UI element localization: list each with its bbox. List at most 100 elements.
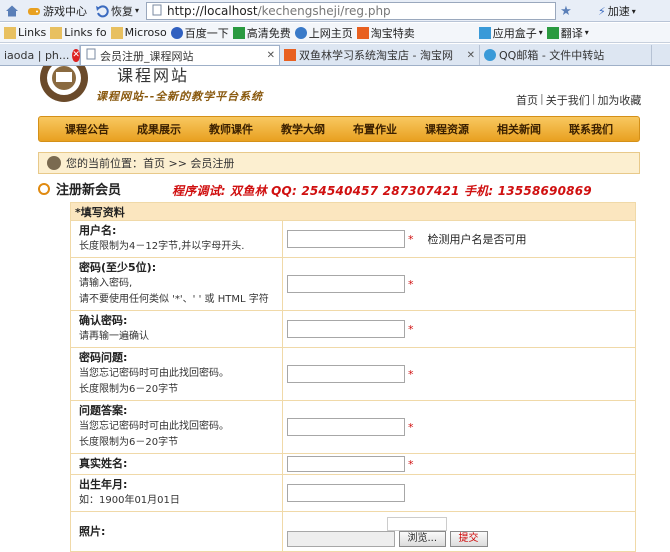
- bookmark-label: 淘宝特卖: [370, 26, 415, 40]
- bookmark-item[interactable]: Microso: [110, 26, 167, 39]
- username-hint: 长度限制为4－12字节,并以字母开头.: [79, 241, 245, 252]
- folder-icon: [110, 26, 123, 39]
- bookmark-label: Links fo: [64, 26, 107, 39]
- browser-nav-bar: 游戏中心 恢复 ▾ 无痕 ▾ http://localhost/kechengs…: [0, 0, 670, 22]
- section-title: 注册新会员: [38, 179, 121, 198]
- close-icon[interactable]: ✕: [72, 48, 80, 62]
- tab-qqmail[interactable]: QQ邮箱 - 文件中转站: [480, 45, 652, 65]
- bookmark-label: 上网主页: [308, 26, 353, 40]
- accelerate-button[interactable]: ⚡ 加速 ▾: [598, 2, 636, 20]
- favorite-link[interactable]: 加为收藏: [597, 92, 641, 108]
- form-row-confirm-password: 确认密码: 请再输一遍确认 *: [70, 310, 636, 348]
- site-logo: [38, 66, 90, 106]
- page-content: 课程网站 课程网站--全新的教学平台系统 首页 | 关于我们 | 加为收藏 课程…: [0, 66, 670, 552]
- promo-text: 程序调试: 双鱼林 QQ: 254540457 287307421 手机: 13…: [172, 184, 592, 198]
- undo-icon: [95, 4, 109, 18]
- check-username-link[interactable]: 检测用户名是否可用: [428, 233, 527, 246]
- home-button[interactable]: [2, 2, 22, 20]
- home-icon: [5, 4, 19, 18]
- bookmark-item[interactable]: 上网主页: [294, 25, 353, 41]
- menu-item-contact[interactable]: 联系我们: [555, 121, 627, 137]
- lightning-icon: ⚡: [598, 4, 606, 18]
- home-link[interactable]: 首页: [516, 92, 538, 108]
- restore-button[interactable]: 恢复 ▾: [92, 2, 142, 20]
- tab-bar: iaoda | ph... ✕ 会员注册_课程网站 ✕ 双鱼林学习系统淘宝店 -…: [0, 44, 670, 66]
- required-mark: *: [408, 367, 414, 381]
- form-row-real-name: 真实姓名: *: [70, 453, 636, 475]
- games-label: 游戏中心: [43, 4, 87, 18]
- real-name-input[interactable]: [287, 456, 405, 472]
- restore-label: 恢复: [111, 4, 133, 18]
- bookmark-item[interactable]: 百度一下: [170, 25, 229, 41]
- required-mark: *: [408, 457, 414, 471]
- accelerate-label: 加速: [607, 5, 630, 18]
- taobao-icon: [284, 49, 296, 61]
- menu-item-news[interactable]: 相关新闻: [483, 121, 555, 137]
- form-row-birthdate: 出生年月: 如：1900年01月01日: [70, 474, 636, 512]
- site-title: 课程网站: [117, 66, 190, 85]
- tab-label: QQ邮箱 - 文件中转站: [499, 49, 605, 62]
- bookmark-item[interactable]: 应用盒子 ▾: [478, 25, 543, 41]
- bookmark-label: 翻译: [560, 26, 583, 40]
- chevron-down-icon: ▾: [631, 6, 636, 16]
- submit-button[interactable]: 提交: [449, 530, 488, 547]
- bookmark-label: 应用盒子: [492, 26, 537, 40]
- bookmark-item[interactable]: 淘宝特卖: [356, 25, 415, 41]
- address-bar[interactable]: http://localhost/kechengsheji/reg.php: [146, 2, 556, 20]
- address-host: http://localhost: [167, 4, 258, 18]
- paw-icon: [170, 26, 183, 39]
- about-link[interactable]: 关于我们: [546, 92, 590, 108]
- breadcrumb: 您的当前位置：首页 >> 会员注册: [38, 152, 640, 174]
- confirm-password-input[interactable]: [287, 320, 405, 338]
- menu-item-results[interactable]: 成果展示: [123, 121, 195, 137]
- menu-item-courseware[interactable]: 教师课件: [195, 121, 267, 137]
- browse-button[interactable]: 浏览...: [398, 530, 447, 547]
- menu-item-resources[interactable]: 课程资源: [411, 121, 483, 137]
- question-input[interactable]: [287, 365, 405, 383]
- translate-icon: [546, 26, 559, 39]
- menu-item-syllabus[interactable]: 教学大纲: [267, 121, 339, 137]
- photo-label: 照片:: [79, 524, 106, 538]
- form-header: *填写资料: [70, 202, 636, 221]
- circle-icon: [38, 182, 50, 195]
- username-input[interactable]: [287, 230, 405, 248]
- bookmark-item[interactable]: 翻译 ▾: [546, 25, 589, 41]
- form-row-username: 用户名: 长度限制为4－12字节,并以字母开头. * 检测用户名是否可用: [70, 220, 636, 258]
- question-label: 密码问题:: [79, 351, 128, 364]
- answer-hint: 长度限制为6－20字节: [79, 437, 179, 448]
- close-icon[interactable]: ✕: [467, 50, 475, 61]
- star-icon[interactable]: ★: [558, 3, 574, 19]
- app-box-icon: [478, 26, 491, 39]
- question-hint: 长度限制为6－20字节: [79, 384, 179, 395]
- close-icon[interactable]: ✕: [267, 50, 275, 61]
- gamepad-icon: [27, 4, 41, 18]
- answer-hint: 当您忘记密码时可由此找回密码。: [79, 421, 229, 432]
- tab-label: 双鱼林学习系统淘宝店 - 淘宝网: [299, 49, 453, 62]
- bookmark-item[interactable]: Links: [4, 26, 46, 39]
- menu-item-homework[interactable]: 布置作业: [339, 121, 411, 137]
- tab-iaoda[interactable]: iaoda | ph... ✕: [0, 45, 80, 65]
- form-row-password: 密码(至少5位): 请输入密码, 请不要使用任何类似 '*'、' ' 或 HTM…: [70, 257, 636, 311]
- password-input[interactable]: [287, 275, 405, 293]
- bookmark-item[interactable]: 高清免费: [232, 25, 291, 41]
- birthdate-input[interactable]: [287, 484, 405, 502]
- username-label: 用户名:: [79, 224, 117, 237]
- bookmark-item[interactable]: Links fo: [50, 26, 107, 39]
- shop-icon: [356, 26, 369, 39]
- games-button[interactable]: 游戏中心: [24, 2, 90, 20]
- required-mark: *: [408, 420, 414, 434]
- folder-icon: [50, 26, 63, 39]
- form-row-photo: 照片: 浏览... 提交: [70, 511, 636, 552]
- form-row-answer: 问题答案: 当您忘记密码时可由此找回密码。 长度限制为6－20字节 *: [70, 400, 636, 454]
- menu-item-announcements[interactable]: 课程公告: [51, 121, 123, 137]
- required-mark: *: [408, 232, 414, 246]
- tab-taobao[interactable]: 双鱼林学习系统淘宝店 - 淘宝网 ✕: [280, 45, 480, 65]
- photo-file-input[interactable]: [287, 530, 395, 547]
- question-hint: 当您忘记密码时可由此找回密码。: [79, 368, 229, 379]
- bookmark-label: 高清免费: [246, 26, 291, 40]
- tab-label: iaoda | ph...: [4, 48, 70, 62]
- main-menu: 课程公告 成果展示 教师课件 教学大纲 布置作业 课程资源 相关新闻 联系我们: [38, 116, 640, 142]
- bookmark-label: Microso: [124, 26, 167, 39]
- answer-input[interactable]: [287, 418, 405, 436]
- section-title-text: 注册新会员: [56, 183, 122, 198]
